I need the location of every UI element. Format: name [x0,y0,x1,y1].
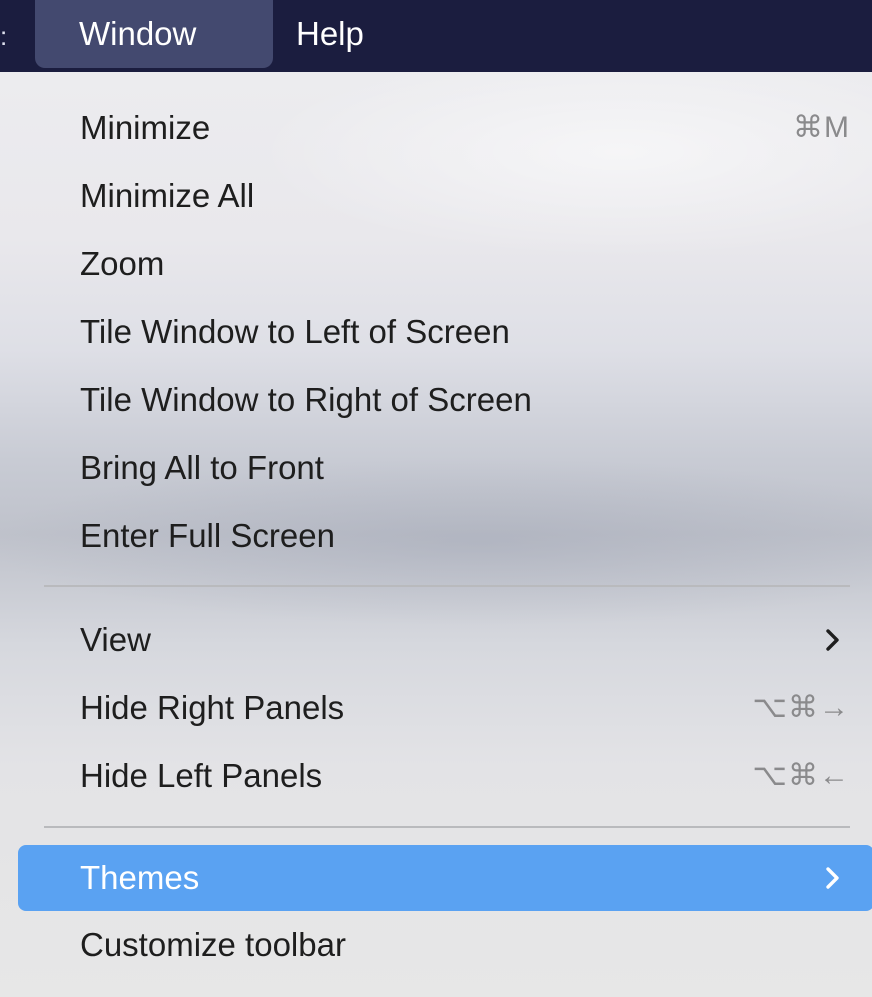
menu-item-label: Hide Left Panels [80,757,323,794]
menu-item-minimize[interactable]: Minimize ⌘M [0,96,872,160]
menu-item-label: Tile Window to Left of Screen [80,313,510,350]
menu-item-label: Themes [80,859,200,896]
menu-item-label: Enter Full Screen [80,517,335,554]
menu-item-shortcut: ⌥⌘→ [752,691,850,724]
menu-item-label: View [80,621,151,658]
menubar-window[interactable]: Window [35,0,273,68]
menu-item-minimize-all[interactable]: Minimize All [0,164,872,228]
menu-separator [44,585,850,587]
menu-item-hide-right-panels[interactable]: Hide Right Panels ⌥⌘→ [0,676,872,740]
menu-item-label: Bring All to Front [80,449,324,486]
menubar-window-label: Window [79,15,197,52]
menu-item-label: Tile Window to Right of Screen [80,381,532,418]
menu-item-enter-full-screen[interactable]: Enter Full Screen [0,504,872,568]
menu-item-label: Customize toolbar [80,926,346,963]
menu-item-shortcut: ⌘M [793,111,850,144]
menu-item-bring-all-to-front[interactable]: Bring All to Front [0,436,872,500]
menu-item-shortcut: ⌥⌘← [752,759,850,792]
menu-item-hide-left-panels[interactable]: Hide Left Panels ⌥⌘← [0,744,872,808]
menu-item-zoom[interactable]: Zoom [0,232,872,296]
menu-item-label: Hide Right Panels [80,689,345,726]
menubar-help[interactable]: Help [296,0,364,68]
chevron-right-icon [826,867,839,889]
menubar-truncated-item[interactable]: : [0,22,8,50]
menu-item-label: Minimize [80,109,211,146]
menu-item-label: Zoom [80,245,165,282]
menu-item-tile-left[interactable]: Tile Window to Left of Screen [0,300,872,364]
menu-item-view[interactable]: View [0,608,872,672]
menu-separator [44,826,850,828]
menu-item-customize-toolbar[interactable]: Customize toolbar [0,913,872,977]
chevron-right-icon [826,629,839,651]
menu-item-label: Minimize All [80,177,255,214]
window-menu-dropdown: Minimize ⌘M Minimize All Zoom Tile Windo… [0,72,872,997]
menu-bar: : Window Help [0,0,872,72]
menu-item-tile-right[interactable]: Tile Window to Right of Screen [0,368,872,432]
menu-item-themes[interactable]: Themes [18,845,872,911]
